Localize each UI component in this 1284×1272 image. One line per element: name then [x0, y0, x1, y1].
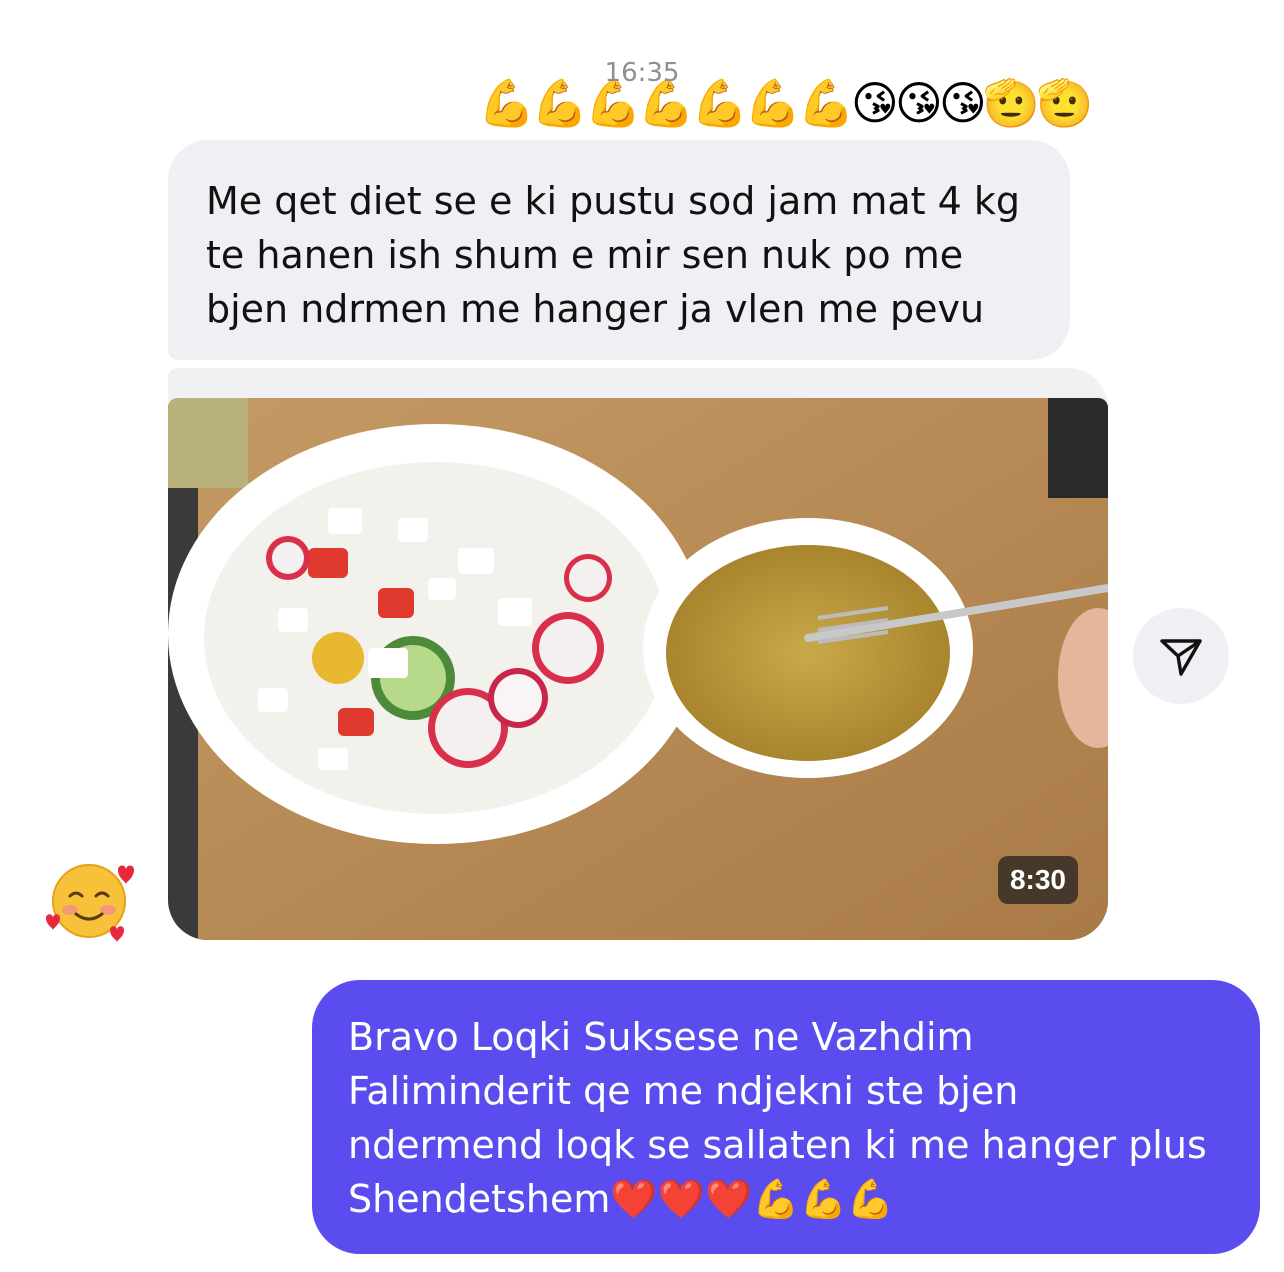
salad-thumbnail-image [168, 398, 1108, 940]
video-duration-badge: 8:30 [997, 856, 1078, 904]
reaction-badge[interactable] [44, 856, 134, 946]
message-timestamp: 16:35 [604, 58, 680, 88]
send-icon [1160, 639, 1202, 676]
outgoing-message-text: Bravo Loqki Suksese ne Vazhdim Faliminde… [348, 1015, 1207, 1221]
shared-video-card[interactable]: 8:30 [168, 368, 1108, 940]
incoming-message-bubble[interactable]: Me qet diet se e ki pustu sod jam mat 4 … [168, 140, 1070, 360]
smiling-face-with-hearts-icon [46, 864, 134, 942]
video-thumbnail[interactable]: 8:30 [168, 398, 1108, 940]
share-button[interactable] [1133, 608, 1229, 704]
outgoing-message-bubble[interactable]: Bravo Loqki Suksese ne Vazhdim Faliminde… [312, 980, 1260, 1254]
incoming-message-text: Me qet diet se e ki pustu sod jam mat 4 … [206, 179, 1021, 331]
